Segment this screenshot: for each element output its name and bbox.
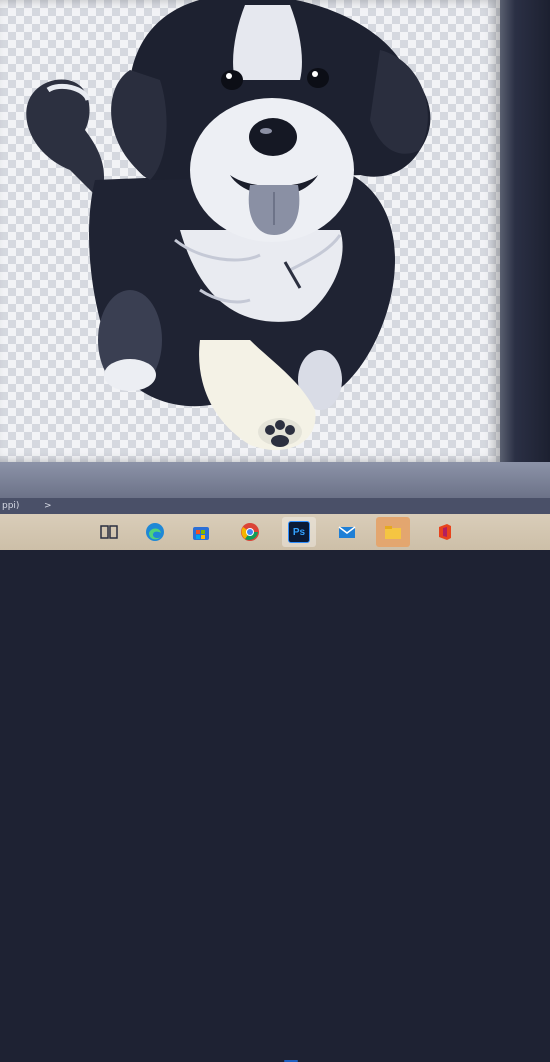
edge-icon[interactable] <box>138 517 172 547</box>
dog-illustration <box>26 0 431 451</box>
monitor-edge <box>500 0 550 500</box>
image-canvas[interactable] <box>0 0 500 462</box>
chrome-icon[interactable] <box>233 517 267 547</box>
photoshop-label: Ps <box>288 521 310 543</box>
mail-icon[interactable] <box>330 517 364 547</box>
photoshop-icon[interactable]: Ps <box>282 517 316 547</box>
file-explorer-icon[interactable] <box>376 517 410 547</box>
office-icon[interactable] <box>428 517 462 547</box>
store-icon[interactable] <box>184 517 218 547</box>
status-bar: ppi) > <box>0 498 550 514</box>
taskbar: Ps <box>0 514 550 1062</box>
status-arrow-icon[interactable]: > <box>44 498 52 514</box>
window-bottom-frame <box>0 462 550 498</box>
task-view-icon[interactable] <box>92 517 126 547</box>
status-text: ppi) <box>2 501 20 511</box>
